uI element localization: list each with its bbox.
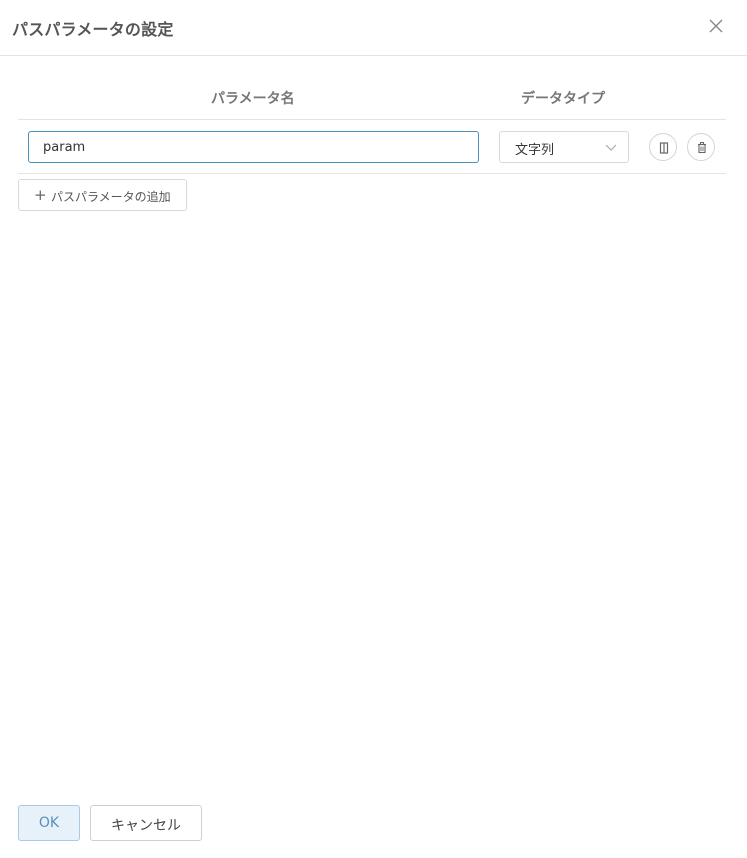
add-path-parameter-label: パスパラメータの追加 [51,190,171,204]
delete-row-button[interactable] [687,133,715,161]
dialog-title: パスパラメータの設定 [12,20,174,39]
column-header-name: パラメータ名 [211,91,295,107]
add-path-parameter-button[interactable]: + パスパラメータの追加 [18,179,187,211]
data-type-select[interactable]: 文字列 [499,131,629,163]
chevron-down-icon [605,144,617,151]
plus-icon: + [34,186,47,204]
data-type-value: 文字列 [515,143,555,158]
header-divider [18,119,726,120]
ok-button-label: OK [38,815,60,831]
parameter-name-input[interactable] [28,131,479,163]
cancel-button[interactable]: キャンセル [90,805,202,841]
dialog-header: パスパラメータの設定 [0,0,747,56]
column-header-type: データタイプ [521,91,605,107]
close-icon [709,19,723,33]
ok-button[interactable]: OK [18,805,80,841]
copy-row-button[interactable] [649,133,677,161]
copy-icon [659,142,669,154]
row-divider [18,173,726,174]
cancel-button-label: キャンセル [111,818,181,834]
trash-icon [698,142,706,154]
close-button[interactable] [706,16,726,36]
